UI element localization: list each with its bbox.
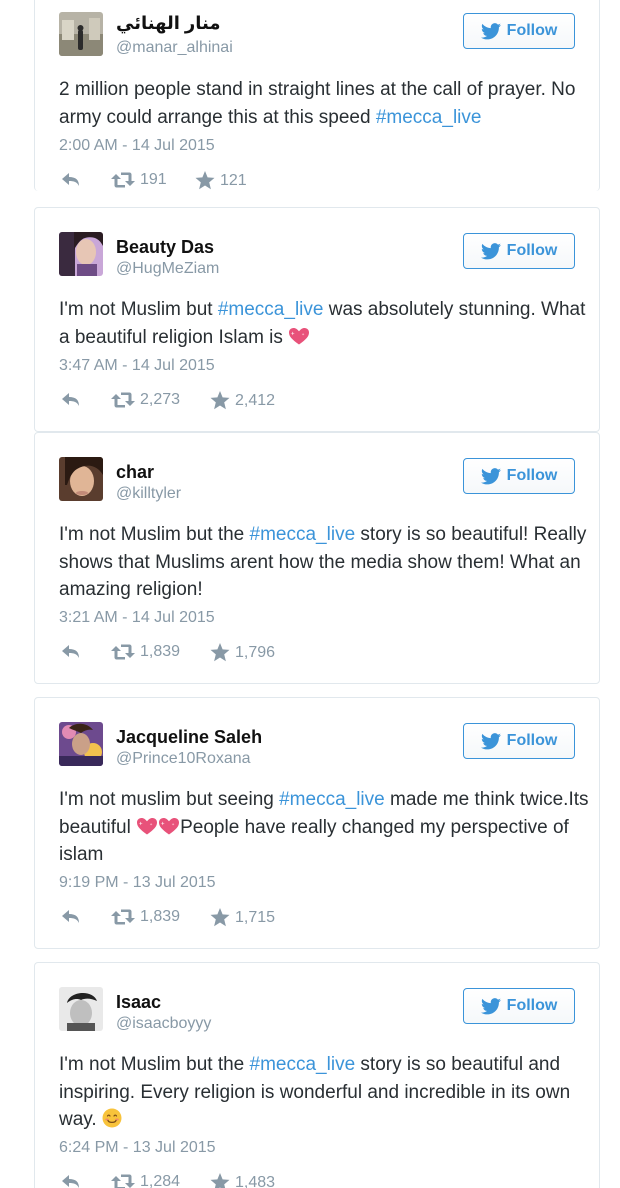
hashtag-link[interactable]: #mecca_live [218,299,324,320]
hashtag-link[interactable]: #mecca_live [376,107,482,128]
favorite-button[interactable]: 1,483 [210,1173,275,1188]
retweet-icon [111,644,135,660]
tweet-text: I'm not muslim but seeing #mecca_live ma… [59,786,589,869]
avatar[interactable] [59,722,103,766]
follow-button[interactable]: Follow [463,988,575,1024]
reply-icon [61,908,81,924]
retweet-button[interactable]: 2,273 [111,391,180,409]
reply-icon [61,1173,81,1188]
timestamp[interactable]: 3:47 AM - 14 Jul 2015 [59,357,215,375]
display-name[interactable]: char [116,462,154,483]
avatar[interactable] [59,987,103,1031]
favorite-button[interactable]: 1,796 [210,643,275,662]
avatar[interactable] [59,232,103,276]
reply-icon [61,391,81,407]
reply-icon [61,643,81,659]
reply-button[interactable] [61,171,81,187]
retweet-count: 1,284 [140,1173,181,1188]
follow-label: Follow [506,22,558,39]
tweet-text: I'm not Muslim but the #mecca_live story… [59,1051,589,1134]
reply-button[interactable] [61,1173,81,1188]
retweet-button[interactable]: 1,284 [111,1173,180,1188]
tweet-text: 2 million people stand in straight lines… [59,76,589,131]
retweet-icon [111,172,135,188]
display-name[interactable]: Beauty Das [116,237,214,258]
display-name[interactable]: منار الهنائي [116,13,221,34]
hashtag-link[interactable]: #mecca_live [250,1054,356,1075]
reply-button[interactable] [61,908,81,924]
retweet-count: 191 [140,171,167,188]
follow-label: Follow [506,242,558,259]
favorite-count: 1,483 [235,1173,276,1188]
user-handle[interactable]: @Prince10Roxana [116,750,251,768]
follow-button[interactable]: Follow [463,458,575,494]
star-icon [210,643,230,662]
timestamp[interactable]: 6:24 PM - 13 Jul 2015 [59,1139,216,1157]
timestamp[interactable]: 2:00 AM - 14 Jul 2015 [59,137,215,155]
avatar[interactable] [59,12,103,56]
tweet-card: Isaac @isaacboyyy Follow I'm not Muslim … [34,962,600,1188]
follow-label: Follow [506,997,558,1014]
retweet-count: 2,273 [140,391,181,408]
favorite-count: 1,796 [235,643,276,661]
twitter-bird-icon [481,733,501,750]
hashtag-link[interactable]: #mecca_live [250,524,356,545]
retweet-icon [111,1174,135,1188]
tweet-card: char @killtyler Follow I'm not Muslim bu… [34,432,600,684]
retweet-count: 1,839 [140,908,181,925]
sparkling-heart-emoji [136,817,158,835]
tweet-text-part: I'm not Muslim but [59,299,218,320]
tweet-card: Beauty Das @HugMeZiam Follow I'm not Mus… [34,207,600,432]
retweet-count: 1,839 [140,643,181,660]
twitter-bird-icon [481,468,501,485]
star-icon [210,1173,230,1188]
favorite-button[interactable]: 2,412 [210,391,275,410]
tweet-text: I'm not Muslim but the #mecca_live story… [59,521,589,604]
twitter-bird-icon [481,998,501,1015]
sparkling-heart-emoji [158,817,180,835]
favorite-count: 121 [220,171,247,189]
tweet-text-part: 2 million people stand in straight lines… [59,79,576,128]
smiling-face-emoji [102,1108,122,1128]
tweet-text-part: I'm not Muslim but the [59,524,250,545]
display-name[interactable]: Jacqueline Saleh [116,727,262,748]
timestamp[interactable]: 3:21 AM - 14 Jul 2015 [59,609,215,627]
star-icon [195,171,215,190]
user-handle[interactable]: @isaacboyyy [116,1015,211,1033]
timestamp[interactable]: 9:19 PM - 13 Jul 2015 [59,874,216,892]
retweet-button[interactable]: 1,839 [111,908,180,926]
favorite-button[interactable]: 121 [195,171,247,190]
retweet-icon [111,909,135,925]
user-handle[interactable]: @killtyler [116,485,181,503]
reply-button[interactable] [61,643,81,659]
hashtag-link[interactable]: #mecca_live [279,789,385,810]
retweet-button[interactable]: 191 [111,171,167,189]
follow-label: Follow [506,467,558,484]
follow-button[interactable]: Follow [463,233,575,269]
display-name[interactable]: Isaac [116,992,161,1013]
reply-icon [61,171,81,187]
user-handle[interactable]: @manar_alhinai [116,39,233,57]
twitter-bird-icon [481,243,501,260]
tweet-text-part: I'm not muslim but seeing [59,789,280,810]
sparkling-heart-emoji [288,327,310,345]
retweet-icon [111,392,135,408]
tweet-card: Jacqueline Saleh @Prince10Roxana Follow … [34,697,600,949]
favorite-count: 1,715 [235,908,276,926]
favorite-button[interactable]: 1,715 [210,908,275,927]
twitter-bird-icon [481,23,501,40]
tweet-text: I'm not Muslim but #mecca_live was absol… [59,296,589,351]
star-icon [210,391,230,410]
star-icon [210,908,230,927]
tweet-text-part: I'm not Muslim but the [59,1054,250,1075]
follow-label: Follow [506,732,558,749]
tweet-card: منار الهنائي @manar_alhinai Follow 2 mil… [34,0,600,191]
user-handle[interactable]: @HugMeZiam [116,260,219,278]
avatar[interactable] [59,457,103,501]
follow-button[interactable]: Follow [463,723,575,759]
retweet-button[interactable]: 1,839 [111,643,180,661]
favorite-count: 2,412 [235,391,276,409]
follow-button[interactable]: Follow [463,13,575,49]
reply-button[interactable] [61,391,81,407]
